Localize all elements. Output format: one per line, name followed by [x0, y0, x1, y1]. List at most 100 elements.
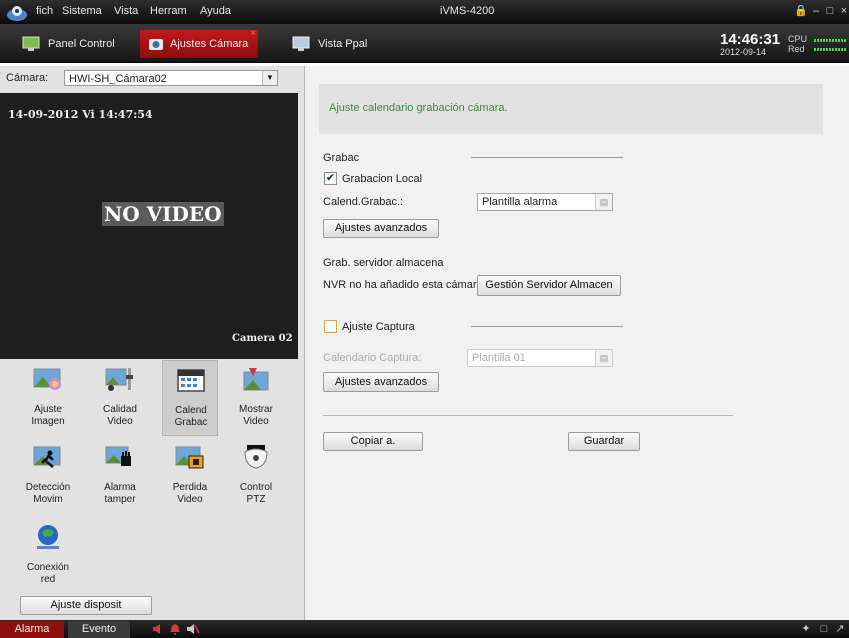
nvr-message: NVR no ha añadido esta cámara — [323, 279, 483, 291]
mute-icon[interactable] — [186, 623, 200, 635]
tab-label: Ajustes Cámara — [170, 38, 249, 50]
title-bar: fich Sistema Vista Herram Ayuda iVMS-420… — [0, 0, 849, 24]
video-preview: 14-09-2012 Vi 14:47:54 NO VIDEO Camera 0… — [0, 93, 298, 359]
tab-evento[interactable]: Evento — [68, 621, 130, 638]
capture-schedule-dropdown[interactable]: Plantilla 01 ▤ — [467, 349, 613, 367]
schedule-dropdown-value: Plantilla alarma — [482, 196, 558, 208]
alarm-bell-icon[interactable] — [169, 623, 181, 635]
tool-label: Detección Movim — [25, 482, 71, 505]
tool-alarma-tamper[interactable]: Alarma tamper — [92, 438, 148, 514]
capture-advanced-button[interactable]: Ajustes avanzados — [323, 372, 439, 392]
recording-section-title: Grabac — [323, 152, 360, 164]
advanced-settings-button[interactable]: Ajustes avanzados — [323, 219, 439, 238]
network-icon — [37, 525, 59, 549]
menu-sistema[interactable]: Sistema — [62, 5, 102, 17]
dropdown-icon[interactable]: ▤ — [595, 194, 612, 210]
schedule-label: Calend.Grabac.: — [323, 196, 404, 208]
tool-label: Mostrar Video — [239, 404, 273, 427]
camera-label: Cámara: — [6, 72, 49, 84]
status-bar: Alarma Evento ✦ □ ↗ — [0, 620, 849, 638]
bottom-divider — [323, 415, 733, 416]
tool-calend-grabac[interactable]: Calend Grabac — [162, 360, 218, 436]
menu-vista[interactable]: Vista — [114, 5, 138, 17]
left-panel: Cámara: HWI-SH_Cámara02 ▼ 14-09-2012 Vi … — [0, 66, 305, 620]
clock-time: 14:46:31 — [720, 31, 781, 48]
camera-select-value: HWI-SH_Cámara02 — [69, 73, 167, 85]
banner-text: Ajuste calendario grabación cámara. — [329, 102, 508, 114]
capture-checkbox[interactable] — [324, 320, 337, 333]
tab-label: Vista Ppal — [318, 38, 368, 50]
minimize-icon[interactable]: – — [810, 4, 822, 18]
tool-mostrar-video[interactable]: Mostrar Video — [228, 360, 284, 436]
close-icon[interactable]: × — [838, 4, 849, 18]
tamper-alarm-icon — [105, 446, 131, 466]
calendar-icon — [177, 369, 205, 392]
capture-schedule-value: Plantilla 01 — [472, 352, 526, 364]
tool-label: Control PTZ — [239, 482, 273, 505]
tool-control-ptz[interactable]: Control PTZ — [228, 438, 284, 514]
capture-schedule-label: Calendario Captura: — [323, 352, 422, 364]
maximize-icon[interactable]: □ — [824, 4, 836, 18]
video-quality-icon — [105, 368, 133, 391]
local-recording-checkbox[interactable]: ✔ — [324, 172, 337, 185]
device-settings-button[interactable]: Ajuste disposit — [20, 596, 152, 615]
app-title: iVMS-4200 — [440, 5, 495, 17]
alarm-sound-icon[interactable] — [152, 623, 164, 635]
status-clock: 14:46:31 2012-09-14 CPU Red — [716, 31, 849, 59]
tool-label: Alarma tamper — [104, 482, 136, 505]
capture-section-label: Ajuste Captura — [342, 321, 415, 333]
storage-server-button[interactable]: Gestión Servidor Almacen — [477, 275, 621, 296]
tool-perdida-video[interactable]: Perdida Video — [162, 438, 218, 514]
save-button[interactable]: Guardar — [568, 432, 640, 451]
close-tab-icon[interactable]: × — [250, 20, 256, 48]
storage-server-section-title: Grab. servidor almacena — [323, 257, 444, 269]
menu-ayuda[interactable]: Ayuda — [200, 5, 231, 17]
tool-label: Perdida Video — [172, 482, 208, 505]
window-icon[interactable]: □ — [818, 622, 830, 636]
video-camera-name: Camera 02 — [232, 333, 293, 344]
motion-detection-icon — [33, 446, 61, 468]
section-divider — [471, 157, 623, 158]
tool-calidad-video[interactable]: Calidad Video — [92, 360, 148, 436]
local-recording-label: Grabacion Local — [342, 173, 423, 185]
net-label: Red — [788, 44, 805, 54]
video-loss-icon — [175, 446, 204, 469]
dropdown-icon[interactable]: ▤ — [595, 350, 612, 366]
show-video-icon — [243, 368, 269, 391]
tool-label: Calidad Video — [103, 404, 137, 427]
tab-ajustes-camara[interactable]: Ajustes Cámara × — [140, 28, 259, 58]
video-timestamp: 14-09-2012 Vi 14:47:54 — [8, 108, 153, 121]
tool-label: Conexión red — [26, 562, 70, 585]
clock-date: 2012-09-14 — [720, 47, 767, 57]
tool-label: Calend Grabac — [174, 405, 208, 428]
menu-herram[interactable]: Herram — [150, 5, 187, 17]
app-logo-icon — [7, 6, 27, 21]
schedule-dropdown[interactable]: Plantilla alarma ▤ — [477, 193, 613, 211]
tool-deteccion-movim[interactable]: Detección Movim — [20, 438, 76, 514]
ptz-camera-icon — [244, 445, 268, 469]
cpu-label: CPU — [788, 34, 808, 44]
tool-ajuste-imagen[interactable]: Ajuste Imagen — [20, 360, 76, 436]
tool-label: Ajuste Imagen — [31, 404, 65, 427]
info-banner: Ajuste calendario grabación cámara. — [319, 84, 823, 134]
camera-settings-icon — [149, 39, 163, 50]
expand-icon[interactable]: ↗ — [834, 622, 846, 636]
cpu-meter — [814, 39, 846, 42]
menu-fich[interactable]: fich — [36, 5, 53, 17]
image-settings-icon — [33, 368, 61, 390]
monitor-icon — [292, 36, 310, 51]
copy-to-button[interactable]: Copiar a. — [323, 432, 423, 451]
section-divider — [471, 326, 623, 327]
tab-vista-ppal[interactable]: Vista Ppal — [292, 30, 367, 58]
tab-panel-control[interactable]: Panel Control — [22, 30, 115, 58]
tool-conexion-red[interactable]: Conexión red — [20, 518, 76, 594]
camera-select[interactable]: HWI-SH_Cámara02 ▼ — [64, 70, 278, 86]
pin-icon[interactable]: ✦ — [800, 622, 812, 636]
main-panel: Ajuste calendario grabación cámara. Grab… — [305, 66, 849, 620]
panel-control-icon — [22, 36, 40, 51]
lock-icon[interactable]: 🔒 — [794, 4, 808, 18]
chevron-down-icon[interactable]: ▼ — [262, 71, 277, 85]
tab-label: Panel Control — [48, 38, 115, 50]
net-meter — [814, 48, 846, 51]
tab-alarma[interactable]: Alarma — [0, 621, 64, 638]
